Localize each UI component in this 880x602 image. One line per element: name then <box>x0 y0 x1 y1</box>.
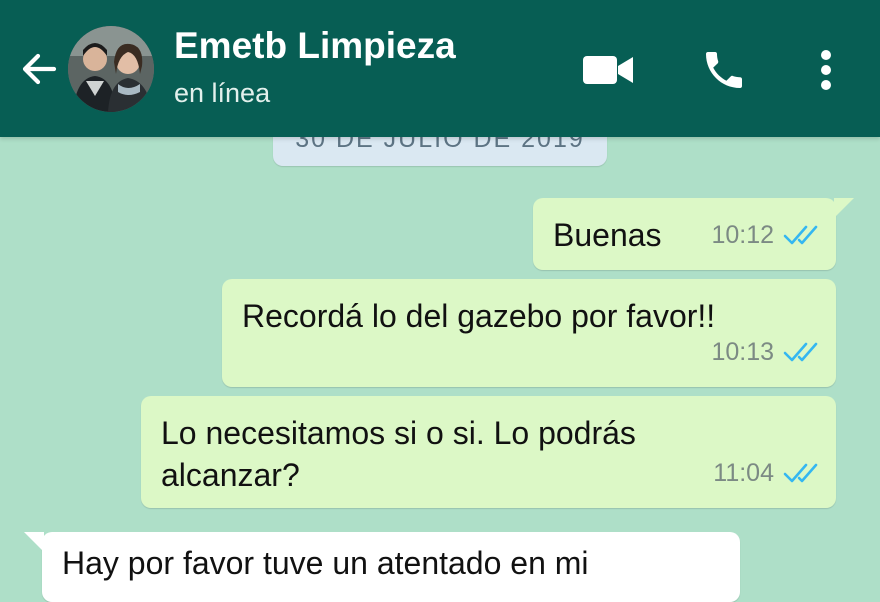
contact-status: en línea <box>174 78 271 108</box>
bubble-tail <box>834 198 854 218</box>
message-text: Buenas <box>553 217 662 253</box>
message-text: Recordá lo del gazebo por favor!! <box>242 298 716 334</box>
message-meta: 10:12 <box>711 214 822 256</box>
contact-avatar[interactable] <box>68 26 154 112</box>
more-options-button[interactable] <box>808 40 844 100</box>
back-button[interactable] <box>14 44 64 94</box>
read-ticks-icon <box>783 225 818 245</box>
avatar-photo <box>68 26 154 112</box>
bubble-tail <box>24 532 44 552</box>
phone-icon <box>706 52 742 88</box>
read-ticks-icon <box>783 342 818 362</box>
message-meta: 10:13 <box>711 331 822 373</box>
more-vert-icon <box>821 50 831 90</box>
message-text: Hay por favor tuve un atentado en mi <box>62 545 589 581</box>
message-bubble-incoming[interactable]: Hay por favor tuve un atentado en mi <box>24 532 740 602</box>
read-ticks-icon <box>783 463 818 483</box>
message-bubble-outgoing[interactable]: Recordá lo del gazebo por favor!! 10:13 <box>222 279 836 387</box>
message-bubble-outgoing[interactable]: Buenas 10:12 <box>533 198 854 270</box>
contact-name: Emetb Limpieza <box>174 25 456 66</box>
contact-info[interactable]: Emetb Limpieza en línea <box>174 24 456 108</box>
message-time: 10:12 <box>711 221 774 249</box>
video-call-icon <box>583 56 633 84</box>
message-time: 10:13 <box>711 338 774 366</box>
message-time: 11:04 <box>713 459 774 487</box>
back-arrow-icon <box>22 53 57 85</box>
video-call-button[interactable] <box>580 40 636 100</box>
message-bubble-outgoing[interactable]: Lo necesitamos si o si. Lo podrás alcanz… <box>141 396 836 508</box>
message-text: Lo necesitamos si o si. Lo podrás alcanz… <box>161 415 636 493</box>
voice-call-button[interactable] <box>698 40 750 100</box>
chat-header: Emetb Limpieza en línea <box>0 0 880 137</box>
message-meta: 11:04 <box>713 452 822 494</box>
